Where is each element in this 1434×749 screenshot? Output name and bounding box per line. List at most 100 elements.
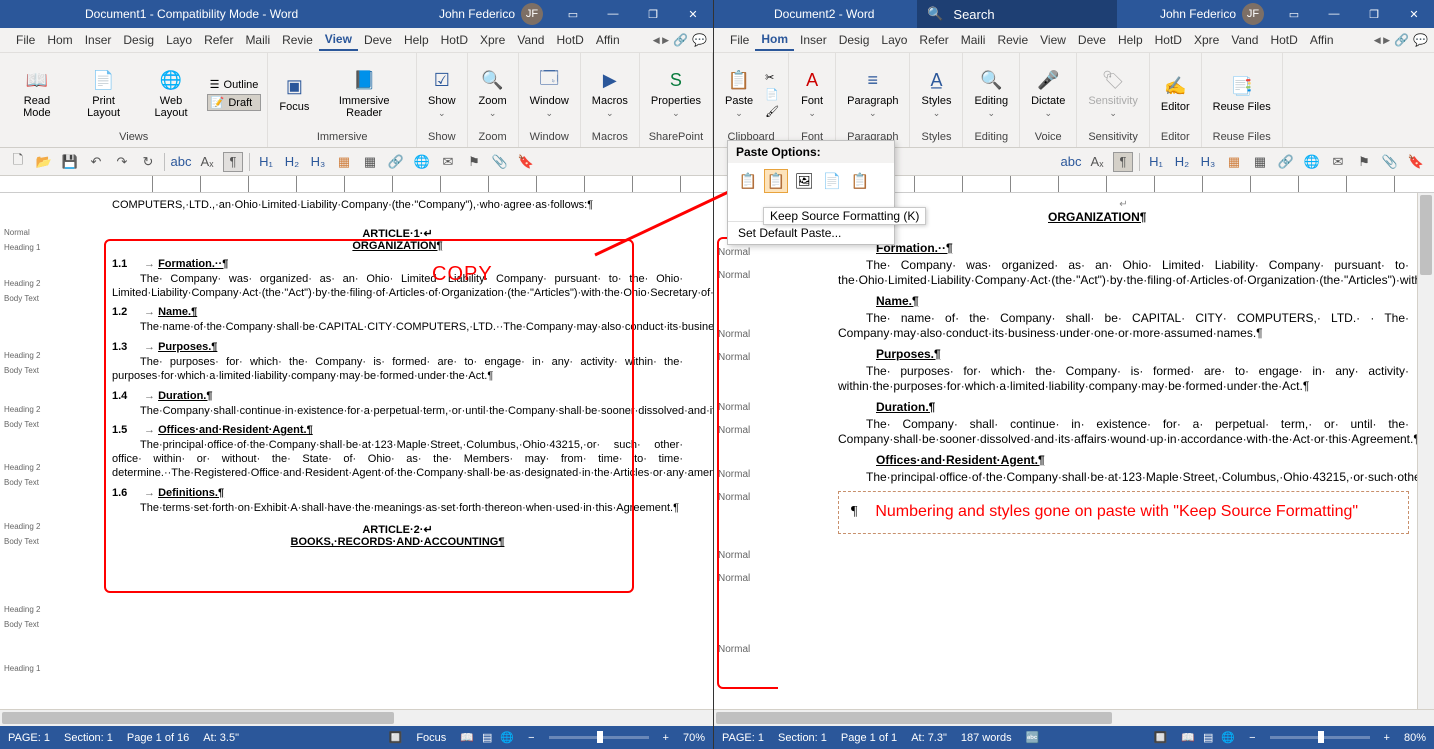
format-painter-icon[interactable]: 🖌 bbox=[762, 104, 782, 119]
menu-overflow-icon[interactable]: ◀ ▶ bbox=[653, 35, 669, 46]
font-button[interactable]: AFont⌄ bbox=[795, 67, 829, 121]
status-section[interactable]: Section: 1 bbox=[64, 732, 113, 744]
link-icon[interactable]: 🔗 bbox=[386, 152, 406, 172]
immersive-reader-button[interactable]: 📘Immersive Reader bbox=[318, 67, 410, 121]
heading3-icon[interactable]: H₃ bbox=[308, 152, 328, 172]
focus-mode-icon[interactable]: 🔲 bbox=[1154, 731, 1168, 744]
print-view-icon[interactable]: ▤ bbox=[1203, 731, 1213, 744]
minimize-icon[interactable]: — bbox=[593, 0, 633, 28]
share-icon[interactable]: 🔗 bbox=[673, 33, 688, 47]
paste-keep-source-icon[interactable]: 📋 bbox=[736, 169, 760, 193]
menu-developer[interactable]: Deve bbox=[358, 30, 398, 50]
status-at[interactable]: At: 7.3" bbox=[911, 732, 947, 744]
cut-icon[interactable]: ✂ bbox=[762, 70, 782, 85]
hscrollbar-right[interactable] bbox=[714, 709, 1434, 726]
paste-button[interactable]: 📋Paste⌄ bbox=[720, 67, 758, 121]
ruler-left[interactable] bbox=[0, 176, 713, 193]
zoom-out-icon[interactable]: − bbox=[528, 732, 534, 744]
read-mode-button[interactable]: 📖Read Mode bbox=[6, 67, 68, 121]
editor-button[interactable]: ✍Editor bbox=[1156, 73, 1195, 115]
ribbon-options-icon[interactable]: ▭ bbox=[1274, 0, 1314, 28]
heading2-icon[interactable]: H₂ bbox=[282, 152, 302, 172]
page-right[interactable]: ↵ ORGANIZATION¶ Formation.··¶ The· Compa… bbox=[778, 193, 1434, 709]
styles-button[interactable]: A̲Styles⌄ bbox=[916, 67, 956, 121]
redo-icon[interactable]: ↷ bbox=[112, 152, 132, 172]
read-view-icon[interactable]: 📖 bbox=[1181, 731, 1195, 744]
menu-hotdocs[interactable]: HotD bbox=[1149, 30, 1188, 50]
globe-icon[interactable]: 🌐 bbox=[1302, 152, 1322, 172]
status-page-of[interactable]: Page 1 of 1 bbox=[841, 732, 897, 744]
spelling-icon[interactable]: abc bbox=[1061, 152, 1081, 172]
heading1-icon[interactable]: H₁ bbox=[1146, 152, 1166, 172]
comments-icon[interactable]: 💬 bbox=[1413, 33, 1428, 47]
save-icon[interactable]: 💾 bbox=[60, 152, 80, 172]
minimize-icon[interactable]: — bbox=[1314, 0, 1354, 28]
web-view-icon[interactable]: 🌐 bbox=[1221, 731, 1235, 744]
draft-button[interactable]: 📝Draft bbox=[207, 94, 262, 111]
close-icon[interactable]: ✕ bbox=[1394, 0, 1434, 28]
attach-icon[interactable]: 📎 bbox=[1380, 152, 1400, 172]
status-words[interactable]: 187 words bbox=[961, 732, 1012, 744]
focus-mode-icon[interactable]: 🔲 bbox=[389, 731, 403, 744]
zoom-in-icon[interactable]: + bbox=[663, 732, 669, 744]
menu-view[interactable]: View bbox=[1034, 30, 1072, 50]
menu-help[interactable]: Help bbox=[398, 30, 435, 50]
heading2-icon[interactable]: H₂ bbox=[1172, 152, 1192, 172]
menu-references[interactable]: Refer bbox=[198, 30, 239, 50]
menu-review[interactable]: Revie bbox=[276, 30, 319, 50]
link-icon[interactable]: 🔗 bbox=[1276, 152, 1296, 172]
menu-vand[interactable]: Vand bbox=[1225, 30, 1264, 50]
menu-design[interactable]: Desig bbox=[833, 30, 876, 50]
comments-icon[interactable]: 💬 bbox=[692, 33, 707, 47]
menu-layout[interactable]: Layo bbox=[160, 30, 198, 50]
menu-file[interactable]: File bbox=[724, 30, 755, 50]
menu-review[interactable]: Revie bbox=[991, 30, 1034, 50]
user-avatar[interactable]: JF bbox=[1242, 3, 1264, 25]
pilcrow-icon[interactable]: ¶ bbox=[223, 152, 243, 172]
menu-home[interactable]: Hom bbox=[755, 29, 794, 51]
open-icon[interactable]: 📂 bbox=[34, 152, 54, 172]
zoom-slider[interactable] bbox=[549, 736, 649, 739]
zoom-in-icon[interactable]: + bbox=[1384, 732, 1390, 744]
copy-icon[interactable]: 📄 bbox=[762, 87, 782, 102]
heading3-icon[interactable]: H₃ bbox=[1198, 152, 1218, 172]
email-icon[interactable]: ✉ bbox=[1328, 152, 1348, 172]
menu-file[interactable]: File bbox=[10, 30, 41, 50]
undo-icon[interactable]: ↶ bbox=[86, 152, 106, 172]
paste-picture-icon[interactable]: 🖼 bbox=[792, 169, 816, 193]
user-avatar[interactable]: JF bbox=[521, 3, 543, 25]
menu-insert[interactable]: Inser bbox=[794, 30, 833, 50]
dictate-button[interactable]: 🎤Dictate⌄ bbox=[1026, 67, 1070, 121]
lang-icon[interactable]: 🔤 bbox=[1026, 731, 1040, 744]
menu-hotdocs2[interactable]: HotD bbox=[550, 30, 589, 50]
show-button[interactable]: ☑Show⌄ bbox=[423, 67, 461, 121]
menu-mailings[interactable]: Maili bbox=[239, 30, 276, 50]
menu-design[interactable]: Desig bbox=[117, 30, 160, 50]
status-section[interactable]: Section: 1 bbox=[778, 732, 827, 744]
restore-icon[interactable]: ❐ bbox=[1354, 0, 1394, 28]
zoom-button[interactable]: 🔍Zoom⌄ bbox=[474, 67, 512, 121]
paste-merge-formatting-icon[interactable]: 📋 bbox=[764, 169, 788, 193]
flag-icon[interactable]: ⚑ bbox=[1354, 152, 1374, 172]
menu-layout[interactable]: Layo bbox=[875, 30, 913, 50]
status-zoom[interactable]: 70% bbox=[683, 732, 705, 744]
reuse-files-button[interactable]: 📑Reuse Files bbox=[1208, 73, 1276, 115]
editing-button[interactable]: 🔍Editing⌄ bbox=[969, 67, 1013, 121]
grid-icon[interactable]: ▦ bbox=[334, 152, 354, 172]
restore-icon[interactable]: ❐ bbox=[633, 0, 673, 28]
menu-affinity[interactable]: Affin bbox=[1304, 30, 1340, 50]
status-page[interactable]: PAGE: 1 bbox=[722, 732, 764, 744]
menu-xpressdox[interactable]: Xpre bbox=[474, 30, 511, 50]
bookmark-icon[interactable]: 🔖 bbox=[1406, 152, 1426, 172]
grid-icon[interactable]: ▦ bbox=[1224, 152, 1244, 172]
web-view-icon[interactable]: 🌐 bbox=[500, 731, 514, 744]
macros-button[interactable]: ▶Macros⌄ bbox=[587, 67, 633, 121]
menu-xpressdox[interactable]: Xpre bbox=[1188, 30, 1225, 50]
paste-text-only-icon[interactable]: 📄 bbox=[820, 169, 844, 193]
bookmark-icon[interactable]: 🔖 bbox=[516, 152, 536, 172]
outline-button[interactable]: ☰Outline bbox=[207, 77, 262, 92]
menu-home[interactable]: Hom bbox=[41, 30, 78, 50]
heading1-icon[interactable]: H₁ bbox=[256, 152, 276, 172]
zoom-slider[interactable] bbox=[1270, 736, 1370, 739]
repeat-icon[interactable]: ↻ bbox=[138, 152, 158, 172]
